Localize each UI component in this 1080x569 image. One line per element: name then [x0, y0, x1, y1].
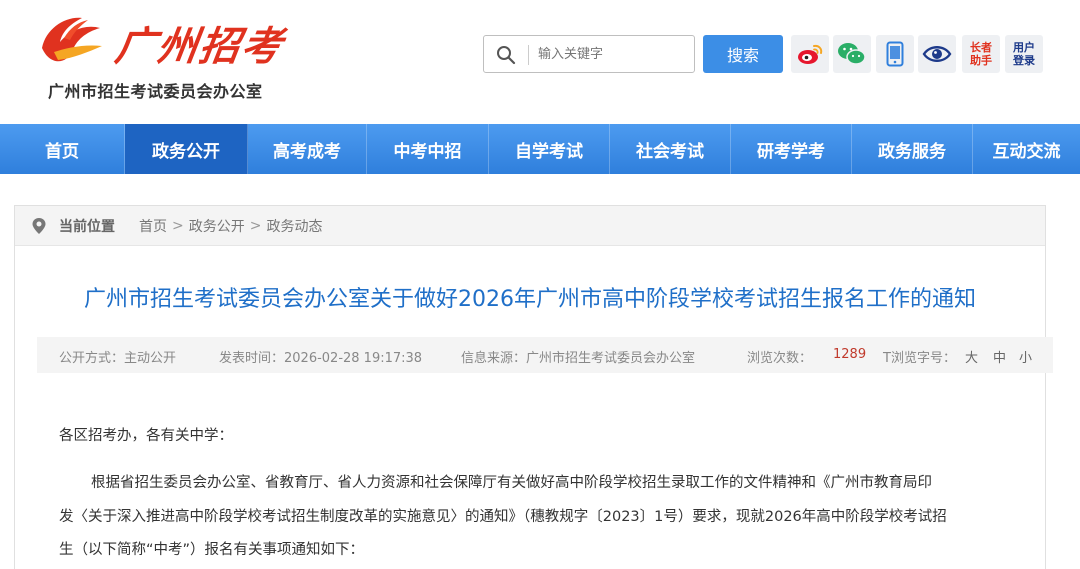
- meta-views-count: 1289: [833, 347, 867, 362]
- wechat-icon: [838, 43, 866, 65]
- elder-mode-button[interactable]: 长者 助手: [962, 35, 1000, 73]
- user-login-line2: 登录: [1013, 54, 1035, 67]
- eye-icon: [922, 46, 952, 62]
- weibo-icon: [798, 44, 823, 64]
- nav-item-gov-service[interactable]: 政务服务: [852, 124, 973, 174]
- article-card: 当前位置 首页 > 政务公开 > 政务动态 广州市招生考试委员会办公室关于做好2…: [14, 205, 1053, 569]
- nav-item-social-exam[interactable]: 社会考试: [610, 124, 731, 174]
- breadcrumb-item-gov-news[interactable]: 政务动态: [266, 216, 322, 236]
- search-button[interactable]: 搜索: [703, 35, 783, 73]
- font-size-small[interactable]: 小: [1019, 347, 1032, 366]
- nav-item-zhongkao[interactable]: 中考中招: [367, 124, 489, 174]
- search-icon: [497, 46, 516, 65]
- meta-views-label: 浏览次数：: [747, 351, 813, 366]
- logo-flame-icon: [42, 17, 102, 62]
- breadcrumb-separator: >: [249, 217, 262, 234]
- nav-item-interaction[interactable]: 互动交流: [973, 124, 1080, 174]
- weibo-button[interactable]: [791, 35, 829, 73]
- meta-open-mode: 公开方式：主动公开: [59, 351, 177, 366]
- site-header: 广州招考 广州市招生考试委员会办公室 搜索: [0, 0, 1080, 124]
- article-paragraph-line: 发〈关于深入推进高中阶段学校考试招生制度改革的实施意见〉的通知》（穗教规字〔20…: [59, 509, 947, 525]
- org-name: 广州市招生考试委员会办公室: [48, 82, 263, 101]
- nav-item-gaokao[interactable]: 高考成考: [248, 124, 367, 174]
- breadcrumb: 当前位置 首页 > 政务公开 > 政务动态: [15, 206, 1045, 246]
- accessibility-button[interactable]: [918, 35, 956, 73]
- main-nav: 首页 政务公开 高考成考 中考中招 自学考试 社会考试 研考学考 政务服务 互动…: [0, 124, 1080, 174]
- nav-item-gov-affairs[interactable]: 政务公开: [125, 124, 248, 174]
- mobile-button[interactable]: [876, 35, 914, 73]
- breadcrumb-item-gov-affairs[interactable]: 政务公开: [189, 216, 245, 236]
- user-login-button[interactable]: 用户 登录: [1005, 35, 1043, 73]
- font-size-medium[interactable]: 中: [993, 347, 1006, 366]
- logo-text: 广州招考: [112, 23, 287, 70]
- site-logo[interactable]: 广州招考: [36, 8, 287, 70]
- breadcrumb-label: 当前位置: [59, 218, 115, 235]
- meta-font-size-label: T浏览字号：: [883, 351, 956, 366]
- mobile-icon: [886, 41, 904, 67]
- article-title: 广州市招生考试委员会办公室关于做好2026年广州市高中阶段学校考试招生报名工作的…: [84, 287, 976, 312]
- nav-item-graduate-exam[interactable]: 研考学考: [731, 124, 852, 174]
- elder-mode-line1: 长者: [970, 41, 992, 54]
- user-login-line1: 用户: [1013, 41, 1035, 54]
- elder-mode-line2: 助手: [970, 54, 992, 67]
- nav-item-home[interactable]: 首页: [0, 124, 125, 174]
- article-paragraph-line: 根据省招生委员会办公室、省教育厅、省人力资源和社会保障厅有关做好高中阶段学校招生…: [91, 475, 932, 491]
- font-size-large[interactable]: 大: [965, 347, 978, 366]
- meta-source: 信息来源：广州市招生考试委员会办公室: [461, 351, 696, 366]
- search-box: [483, 35, 695, 73]
- wechat-button[interactable]: [833, 35, 871, 73]
- location-pin-icon: [32, 217, 46, 234]
- search-input[interactable]: [538, 40, 688, 68]
- breadcrumb-separator: >: [172, 217, 184, 234]
- meta-publish-time: 发表时间：2026-02-28 19:17:38: [219, 351, 423, 366]
- article-meta-bar: 公开方式：主动公开 发表时间：2026-02-28 19:17:38 信息来源：…: [37, 337, 1053, 373]
- search-divider: [528, 45, 529, 65]
- nav-item-self-study[interactable]: 自学考试: [489, 124, 610, 174]
- article-paragraph-line: 生（以下简称“中考”）报名有关事项通知如下：: [59, 542, 365, 558]
- article-greeting: 各区招考办，各有关中学：: [59, 428, 233, 444]
- breadcrumb-item-home[interactable]: 首页: [139, 216, 167, 236]
